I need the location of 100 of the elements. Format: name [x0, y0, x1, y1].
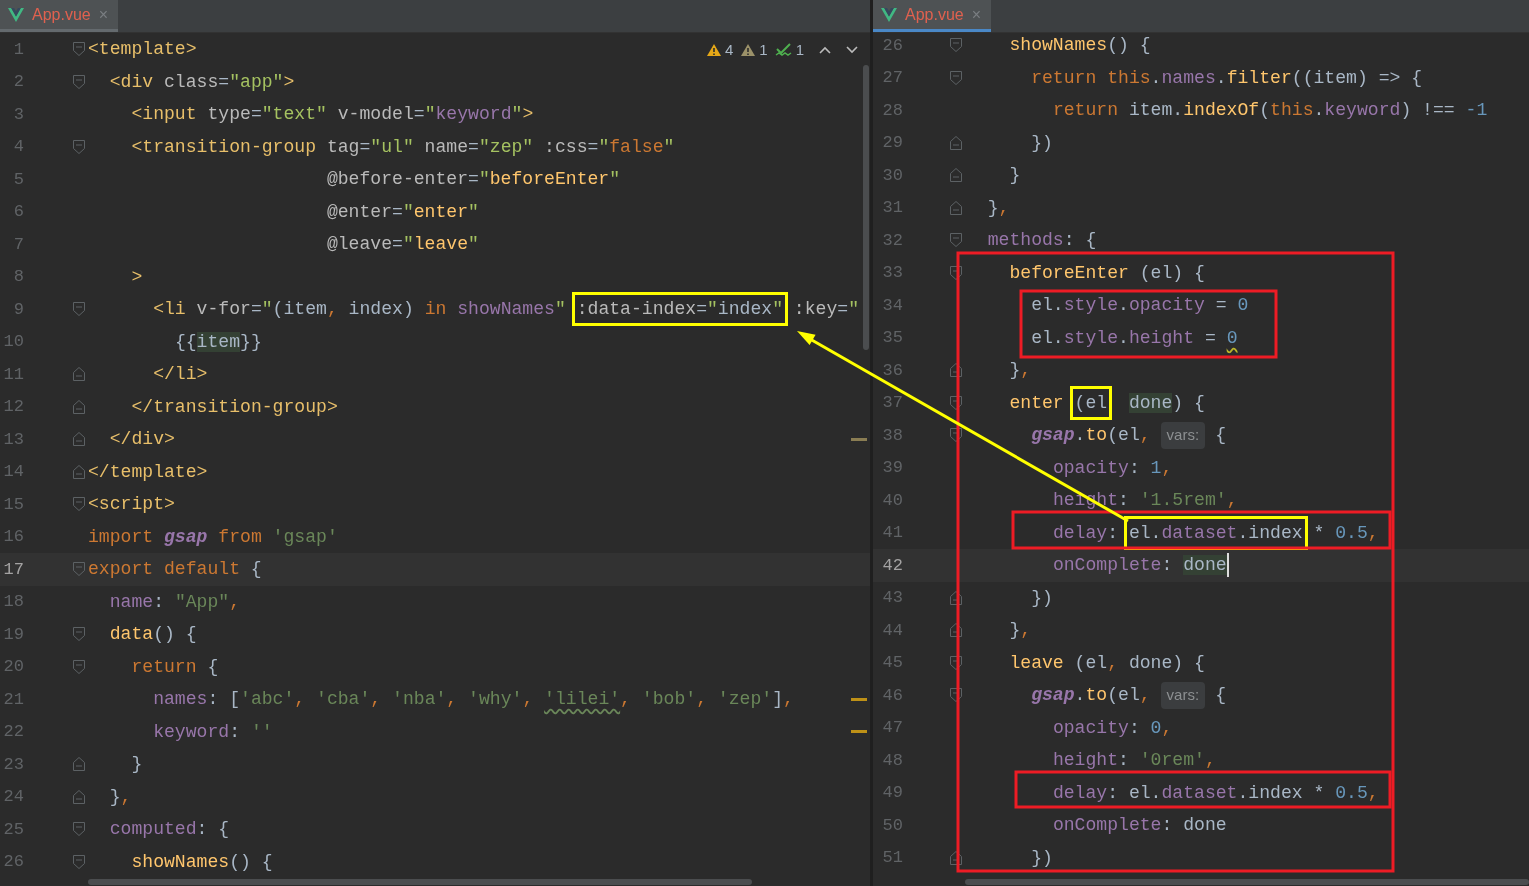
vue-logo-icon: [8, 7, 24, 22]
line-number: 51: [881, 847, 903, 869]
code-line: @before-enter="beforeEnter": [326, 169, 621, 190]
line-number: 42: [881, 554, 903, 577]
code-line: enter: [1009, 392, 1064, 413]
code-line: el.style.height = 0: [1031, 327, 1238, 348]
code-line: }): [1031, 847, 1053, 868]
code-line: </template>: [88, 461, 208, 482]
code-line: <input type="text" v-model="keyword">: [131, 104, 534, 125]
line-number: 17: [2, 558, 24, 581]
scrollbar-thumb[interactable]: [88, 879, 752, 885]
code-line: :key=": [793, 299, 859, 320]
code-line: (el: [1074, 392, 1108, 413]
code-line: {: [1215, 685, 1226, 706]
code-line: opacity: 1,: [1052, 457, 1173, 478]
code-line: opacity: 0,: [1052, 717, 1173, 738]
code-line: showNames() {: [1009, 35, 1151, 56]
line-number: 21: [2, 688, 24, 711]
line-number: 13: [2, 428, 24, 451]
code-line: el.style.opacity = 0: [1031, 295, 1249, 316]
line-number: 46: [881, 684, 903, 707]
line-number: 6: [12, 201, 24, 223]
line-number: 24: [2, 786, 24, 808]
code-line: import gsap from 'gsap': [88, 526, 338, 547]
chevron-down-icon: [846, 46, 858, 54]
line-number: 26: [881, 34, 903, 57]
line-number: 4: [12, 136, 24, 158]
code-line: </li>: [153, 364, 208, 385]
code-line: delay: el.dataset.index * 0.5,: [1052, 782, 1379, 803]
code-line: }): [1031, 587, 1053, 608]
file-tab[interactable]: App.vue ×: [0, 0, 119, 32]
line-number: 38: [881, 424, 903, 447]
line-number: 20: [2, 656, 24, 678]
code-line: export default {: [88, 559, 262, 580]
line-number: 15: [2, 493, 24, 516]
code-line: @enter="enter": [326, 201, 479, 222]
line-number: 28: [881, 99, 903, 122]
line-number: 45: [881, 652, 903, 674]
scrollbar-thumb[interactable]: [863, 65, 869, 350]
file-tab[interactable]: App.vue ×: [873, 0, 992, 32]
line-number: 27: [881, 67, 903, 89]
code-line: * 0.5,: [1313, 522, 1379, 543]
code-line: <script>: [88, 494, 175, 515]
line-number: 14: [2, 461, 24, 483]
code-line: return item.indexOf(this.keyword) !== -1: [1052, 100, 1488, 121]
code-line: >: [131, 266, 143, 287]
code-line: leave (el, done) {: [1009, 652, 1205, 673]
problem-count: 4: [724, 39, 734, 60]
line-number: 40: [881, 489, 903, 512]
close-icon[interactable]: ×: [971, 2, 982, 27]
code-line: {: [1215, 425, 1226, 446]
code-line: names: ['abc', 'cba', 'nba', 'why', 'lilei', 'bob', 'zep'],: [153, 689, 794, 710]
line-number: 7: [12, 233, 24, 256]
code-line: computed: {: [109, 819, 230, 840]
code-line: </transition-group>: [131, 396, 338, 417]
line-number: 32: [881, 229, 903, 252]
line-number: 16: [2, 526, 24, 548]
code-line: <li v-for="(item, index) in showNames": [153, 299, 566, 320]
code-line: @leave="leave": [326, 234, 479, 255]
code-line: keyword: '': [153, 721, 273, 742]
line-number: 19: [2, 623, 24, 646]
line-number: 49: [881, 782, 903, 804]
parameter-hint: vars:: [1160, 682, 1206, 709]
close-icon[interactable]: ×: [98, 2, 109, 27]
code-line: },: [1009, 360, 1032, 381]
code-line: <template>: [88, 39, 197, 60]
code-line: methods: {: [987, 230, 1097, 251]
line-number: 31: [881, 197, 903, 219]
code-line: }: [131, 754, 143, 775]
line-number: 39: [881, 457, 903, 479]
code-line: height: '0rem',: [1052, 750, 1216, 771]
line-number: 36: [881, 359, 903, 382]
line-number: 1: [12, 38, 24, 61]
line-number: 11: [2, 363, 24, 386]
vue-logo-icon: [881, 7, 897, 22]
line-number: 48: [881, 749, 903, 772]
line-number: 12: [2, 396, 24, 418]
code-line: {{item}}: [174, 331, 262, 352]
line-number: 22: [2, 721, 24, 743]
line-number: 44: [881, 619, 903, 642]
problem-count: 1: [759, 39, 768, 60]
code-line: onComplete: done: [1052, 815, 1227, 836]
code-line: <div class="app">: [109, 71, 295, 92]
line-number: 3: [12, 103, 24, 126]
code-line: onComplete: done: [1052, 555, 1227, 576]
line-number: 33: [881, 262, 903, 284]
line-number: 29: [881, 132, 903, 154]
line-number: 35: [881, 327, 903, 349]
scrollbar-thumb[interactable]: [965, 879, 1529, 885]
code-line: </div>: [109, 429, 175, 450]
code-line: return this.names.filter((item) => {: [1031, 67, 1423, 88]
line-number: 41: [881, 522, 903, 544]
code-line: delay:: [1052, 522, 1119, 543]
code-line: <transition-group tag="ul" name="zep" :css="false": [131, 136, 675, 157]
code-line: }): [1031, 132, 1053, 153]
code-line: el.dataset.index: [1128, 522, 1303, 543]
code-line: },: [1009, 620, 1032, 641]
line-number: 34: [881, 294, 903, 317]
line-number: 23: [2, 753, 24, 776]
line-number: 26: [2, 851, 24, 873]
